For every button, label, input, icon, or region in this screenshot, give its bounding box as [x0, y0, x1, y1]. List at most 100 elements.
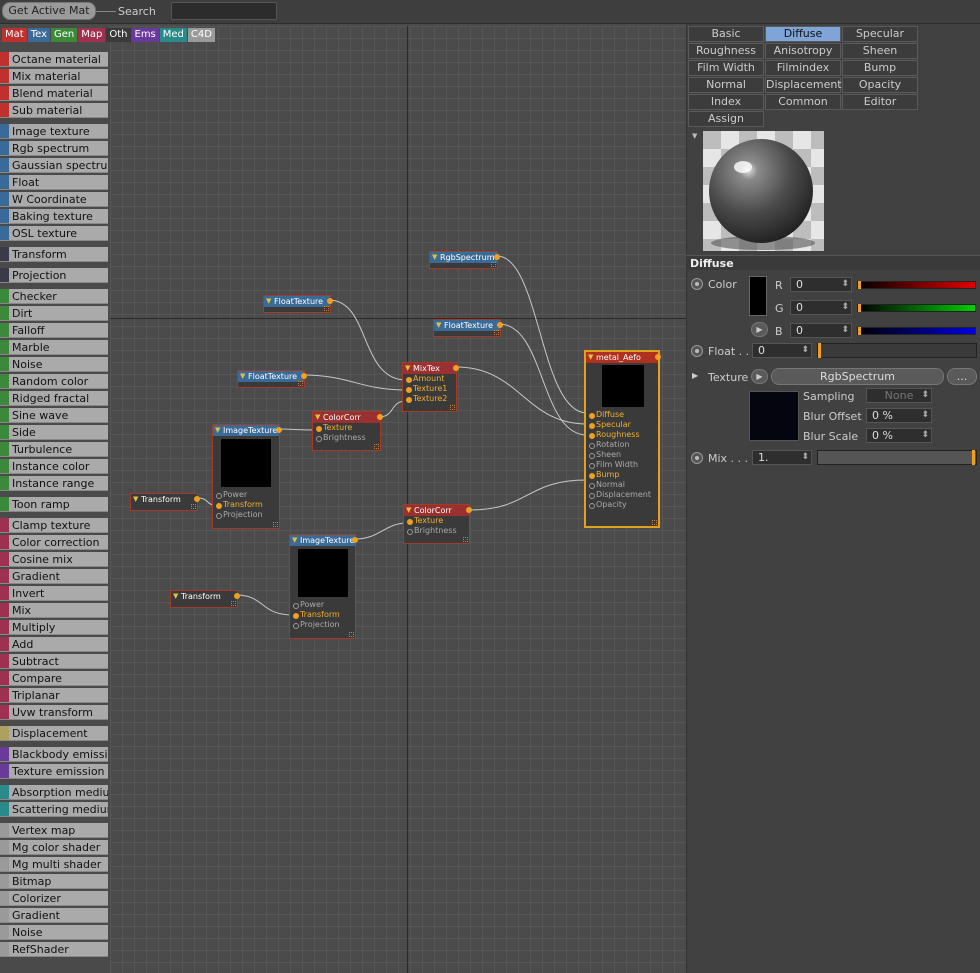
palette-item-blend-material[interactable]: Blend material	[0, 86, 108, 101]
category-tab-med[interactable]: Med	[159, 28, 187, 42]
tab-normal[interactable]: Normal	[688, 77, 764, 93]
tab-bump[interactable]: Bump	[842, 60, 918, 76]
palette-item-instance-color[interactable]: Instance color	[0, 459, 108, 474]
resize-grip[interactable]	[374, 444, 379, 449]
node-float-texture-1[interactable]: FloatTexture	[263, 295, 333, 313]
palette-item-scattering-medium[interactable]: Scattering medium	[0, 802, 108, 817]
tab-specular[interactable]: Specular	[842, 26, 918, 42]
port-film-width[interactable]: Film Width	[586, 460, 658, 470]
palette-item-instance-range[interactable]: Instance range	[0, 476, 108, 491]
palette-item-projection[interactable]: Projection	[0, 268, 108, 283]
palette-item-bitmap[interactable]: Bitmap	[0, 874, 108, 889]
node-image-texture-2[interactable]: ImageTexture Power Transform Projection	[289, 534, 358, 639]
output-port[interactable]	[655, 354, 661, 360]
palette-item-noise[interactable]: Noise	[0, 925, 108, 940]
output-port[interactable]	[352, 537, 358, 543]
tab-diffuse[interactable]: Diffuse	[765, 26, 841, 42]
category-tab-ems[interactable]: Ems	[131, 28, 159, 42]
tab-common[interactable]: Common	[765, 94, 841, 110]
node-rgb-spectrum[interactable]: RgbSpectrum	[429, 251, 500, 269]
palette-item-multiply[interactable]: Multiply	[0, 620, 108, 635]
palette-item-falloff[interactable]: Falloff	[0, 323, 108, 338]
output-port[interactable]	[494, 254, 500, 260]
color-radio[interactable]	[691, 278, 703, 290]
palette-item-absorption-medium[interactable]: Absorption medium	[0, 785, 108, 800]
node-transform-2[interactable]: Transform	[170, 590, 240, 608]
output-port[interactable]	[234, 593, 240, 599]
category-tab-gen[interactable]: Gen	[51, 28, 78, 42]
category-tab-map[interactable]: Map	[78, 28, 106, 42]
blur-offset-field[interactable]: 0 %	[866, 408, 932, 423]
output-port[interactable]	[301, 373, 307, 379]
output-port[interactable]	[276, 427, 282, 433]
palette-item-clamp-texture[interactable]: Clamp texture	[0, 518, 108, 533]
resize-grip[interactable]	[231, 601, 236, 606]
color-swatch[interactable]	[749, 276, 767, 316]
resize-grip[interactable]	[298, 381, 303, 386]
output-port[interactable]	[453, 365, 459, 371]
port-texture[interactable]: Texture	[404, 516, 469, 526]
port-displacement[interactable]: Displacement	[586, 490, 658, 500]
node-float-texture-3[interactable]: FloatTexture	[433, 319, 503, 337]
tab-filmindex[interactable]: Filmindex	[765, 60, 841, 76]
palette-item-side[interactable]: Side	[0, 425, 108, 440]
tab-sheen[interactable]: Sheen	[842, 43, 918, 59]
float-value-field[interactable]: 0	[752, 343, 812, 358]
port-texture1[interactable]: Texture1	[403, 384, 456, 394]
palette-item-colorizer[interactable]: Colorizer	[0, 891, 108, 906]
palette-item-mix-material[interactable]: Mix material	[0, 69, 108, 84]
port-power[interactable]: Power	[290, 600, 355, 610]
g-slider[interactable]	[857, 304, 976, 312]
slider-knob[interactable]	[858, 304, 861, 312]
tab-index[interactable]: Index	[688, 94, 764, 110]
palette-item-ridged-fractal[interactable]: Ridged fractal	[0, 391, 108, 406]
node-image-texture-1[interactable]: ImageTexture Power Transform Projection	[212, 424, 282, 529]
slider-knob[interactable]	[818, 343, 821, 358]
palette-item-mix[interactable]: Mix	[0, 603, 108, 618]
palette-item-mg-color-shader[interactable]: Mg color shader	[0, 840, 108, 855]
palette-item-toon-ramp[interactable]: Toon ramp	[0, 497, 108, 512]
palette-item-displacement[interactable]: Displacement	[0, 726, 108, 741]
mix-slider[interactable]	[817, 450, 977, 465]
port-opacity[interactable]: Opacity	[586, 500, 658, 510]
port-rotation[interactable]: Rotation	[586, 440, 658, 450]
node-mixtex[interactable]: MixTex Amount Texture1 Texture2	[402, 362, 459, 412]
tab-assign[interactable]: Assign	[688, 111, 764, 127]
port-specular[interactable]: Specular	[586, 420, 658, 430]
palette-item-gaussian-spectrum[interactable]: Gaussian spectrum	[0, 158, 108, 173]
port-transform[interactable]: Transform	[213, 500, 279, 510]
palette-item-sine-wave[interactable]: Sine wave	[0, 408, 108, 423]
palette-item-transform[interactable]: Transform	[0, 247, 108, 262]
float-slider[interactable]	[817, 343, 977, 358]
output-port[interactable]	[466, 507, 472, 513]
b-slider[interactable]	[857, 327, 976, 335]
palette-item-sub-material[interactable]: Sub material	[0, 103, 108, 118]
palette-item-baking-texture[interactable]: Baking texture	[0, 209, 108, 224]
sampling-select[interactable]: None	[866, 388, 932, 403]
tab-basic[interactable]: Basic	[688, 26, 764, 42]
r-value-field[interactable]: 0	[790, 277, 852, 292]
resize-grip[interactable]	[450, 405, 455, 410]
resize-grip[interactable]	[273, 522, 278, 527]
port-normal[interactable]: Normal	[586, 480, 658, 490]
texture-shader-button[interactable]: RgbSpectrum	[771, 368, 944, 385]
g-value-field[interactable]: 0	[790, 300, 852, 315]
palette-item-marble[interactable]: Marble	[0, 340, 108, 355]
b-value-field[interactable]: 0	[790, 323, 852, 338]
palette-item-float[interactable]: Float	[0, 175, 108, 190]
palette-item-texture-emission[interactable]: Texture emission	[0, 764, 108, 779]
node-colorcorr-1[interactable]: ColorCorr Texture Brightness	[312, 411, 383, 451]
palette-item-vertex-map[interactable]: Vertex map	[0, 823, 108, 838]
palette-item-mg-multi-shader[interactable]: Mg multi shader	[0, 857, 108, 872]
texture-options-button[interactable]: ▶	[751, 369, 768, 384]
mix-radio[interactable]	[691, 452, 703, 464]
port-brightness[interactable]: Brightness	[313, 433, 380, 443]
palette-item-gradient[interactable]: Gradient	[0, 569, 108, 584]
material-preview-image[interactable]	[703, 131, 824, 251]
port-diffuse[interactable]: Diffuse	[586, 410, 658, 420]
port-transform[interactable]: Transform	[290, 610, 355, 620]
palette-item-compare[interactable]: Compare	[0, 671, 108, 686]
resize-grip[interactable]	[191, 504, 196, 509]
output-port[interactable]	[377, 414, 383, 420]
palette-item-checker[interactable]: Checker	[0, 289, 108, 304]
